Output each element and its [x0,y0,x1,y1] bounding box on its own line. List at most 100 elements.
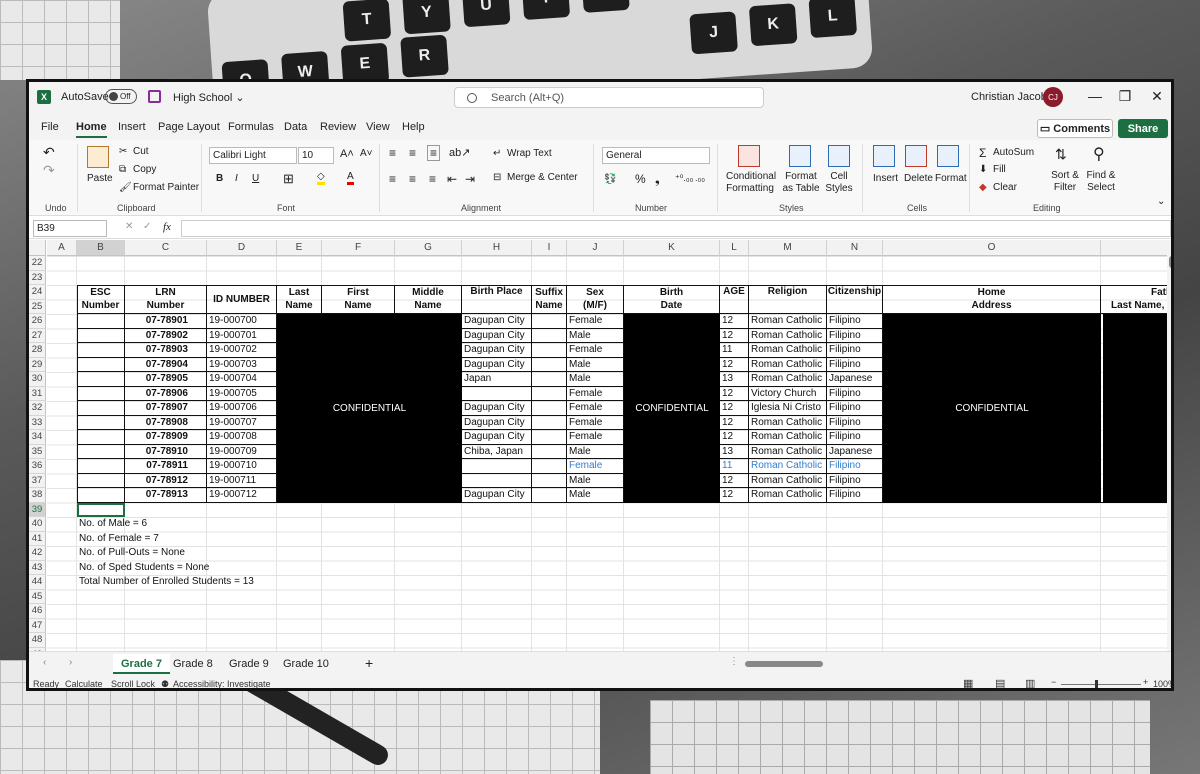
cell-id[interactable]: 19-000702 [207,343,277,358]
document-title[interactable]: High School ⌄ [173,91,245,104]
page-layout-view-icon[interactable]: ▤ [995,677,1005,688]
column-header[interactable]: M [749,240,827,256]
search-box[interactable]: Search (Alt+Q) [454,87,764,108]
cell-citizenship[interactable]: Filipino [827,357,883,372]
merge-center-icon[interactable]: ⊟ [493,172,501,183]
row-header[interactable]: 32 [29,401,46,416]
paste-button[interactable]: Paste [87,173,113,184]
selected-cell[interactable] [77,502,125,517]
column-header[interactable]: K [624,240,720,256]
cell-age[interactable]: 12 [720,430,749,445]
currency-icon[interactable]: 💱 [604,174,616,185]
cell-sex[interactable]: Male [567,444,624,459]
close-icon[interactable]: ✕ [1147,88,1167,105]
cell-age[interactable]: 12 [720,386,749,401]
autosum-button[interactable]: AutoSum [993,147,1034,158]
format-painter-icon[interactable]: 🖌 [119,182,132,193]
summary-line[interactable]: No. of Pull-Outs = None [79,546,185,561]
tab-home[interactable]: Home [76,121,107,138]
cell-sex[interactable]: Male [567,372,624,387]
align-center-icon[interactable]: ≡ [409,172,416,186]
sheet-tab-grade-10[interactable]: Grade 10 [275,654,337,674]
cell-birth-place[interactable]: Dagupan City [462,415,532,430]
row-header[interactable]: 25 [29,299,46,314]
table-header-id[interactable]: ID NUMBER [207,285,277,314]
cell-suffix[interactable] [532,430,567,445]
cell-sex[interactable]: Male [567,328,624,343]
fill-icon[interactable]: ⬇ [979,164,987,175]
zoom-slider-handle[interactable] [1095,680,1098,688]
name-box[interactable]: B39 [33,220,107,237]
table-header-father[interactable]: Fath Last Name, First [1101,285,1167,314]
tab-file[interactable]: File [41,121,59,133]
comma-icon[interactable]: ❟ [655,172,660,187]
page-break-view-icon[interactable]: ▥ [1025,677,1035,688]
cell-birth-place[interactable]: Chiba, Japan [462,444,532,459]
cell-sex[interactable]: Female [567,343,624,358]
cell-esc[interactable] [77,372,125,387]
tab-help[interactable]: Help [402,121,425,133]
find-select-button[interactable]: Find & Select [1083,170,1119,194]
decrease-decimal-icon[interactable]: .₀₀ [695,173,705,183]
tab-page-layout[interactable]: Page Layout [158,121,220,133]
cell-esc[interactable] [77,473,125,488]
cell-citizenship[interactable]: Filipino [827,386,883,401]
restore-icon[interactable]: ❐ [1115,88,1135,105]
cut-button[interactable]: Cut [133,146,149,157]
vertical-scrollbar[interactable] [1167,240,1171,651]
cell-lrn[interactable]: 07-78903 [125,343,207,358]
cell-id[interactable]: 19-000710 [207,459,277,474]
column-header[interactable]: C [125,240,207,256]
fill-button[interactable]: Fill [993,164,1006,175]
cell-suffix[interactable] [532,357,567,372]
scrollbar-thumb[interactable] [745,661,823,667]
copy-icon[interactable]: ⧉ [119,164,126,175]
format-as-table-icon[interactable] [789,145,811,167]
cell-id[interactable]: 19-000712 [207,488,277,503]
cell-religion[interactable]: Roman Catholic [749,328,827,343]
ribbon-collapse-icon[interactable]: ⌄ [1157,196,1165,207]
cell-suffix[interactable] [532,444,567,459]
column-header[interactable]: B [77,240,125,256]
increase-decimal-icon[interactable]: ⁺⁰.₀₀ [675,173,693,184]
find-icon[interactable]: ⚲ [1093,144,1105,164]
cell-id[interactable]: 19-000708 [207,430,277,445]
summary-line[interactable]: No. of Male = 6 [79,517,147,532]
column-header[interactable] [1101,240,1167,256]
cell-styles-button[interactable]: Cell Styles [823,171,855,195]
tab-view[interactable]: View [366,121,390,133]
cell-citizenship[interactable]: Filipino [827,314,883,329]
table-header-last[interactable]: Last Name [277,285,322,314]
row-header[interactable]: 35 [29,444,46,459]
table-header-sex[interactable]: Sex (M/F) [567,285,624,314]
font-color-icon[interactable]: A [347,171,354,185]
cell-religion[interactable]: Roman Catholic [749,459,827,474]
normal-view-icon[interactable]: ▦ [963,677,973,688]
cell-suffix[interactable] [532,401,567,416]
percent-icon[interactable]: % [635,172,646,186]
column-header[interactable]: A [47,240,77,256]
column-header[interactable]: H [462,240,532,256]
wrap-text-button[interactable]: Wrap Text [507,148,552,159]
cell-birth-place[interactable]: Dagupan City [462,488,532,503]
cell-age[interactable]: 11 [720,459,749,474]
cell-suffix[interactable] [532,386,567,401]
copy-button[interactable]: Copy [133,164,156,175]
row-header[interactable]: 23 [29,270,46,285]
cell-sex[interactable]: Male [567,488,624,503]
cell-lrn[interactable]: 07-78904 [125,357,207,372]
row-header[interactable]: 47 [29,618,46,633]
row-header[interactable]: 46 [29,604,46,619]
prev-sheet-icon[interactable]: ‹ [43,657,46,668]
cell-citizenship[interactable]: Filipino [827,473,883,488]
cell-lrn[interactable]: 07-78913 [125,488,207,503]
align-left-icon[interactable]: ≡ [389,172,396,186]
cell-citizenship[interactable]: Filipino [827,430,883,445]
tab-insert[interactable]: Insert [118,121,146,133]
row-header[interactable]: 38 [29,488,46,503]
cell-religion[interactable]: Victory Church [749,386,827,401]
cell-age[interactable]: 11 [720,343,749,358]
cell-sex[interactable]: Female [567,459,624,474]
cell-id[interactable]: 19-000706 [207,401,277,416]
increase-indent-icon[interactable]: ⇥ [465,172,475,186]
